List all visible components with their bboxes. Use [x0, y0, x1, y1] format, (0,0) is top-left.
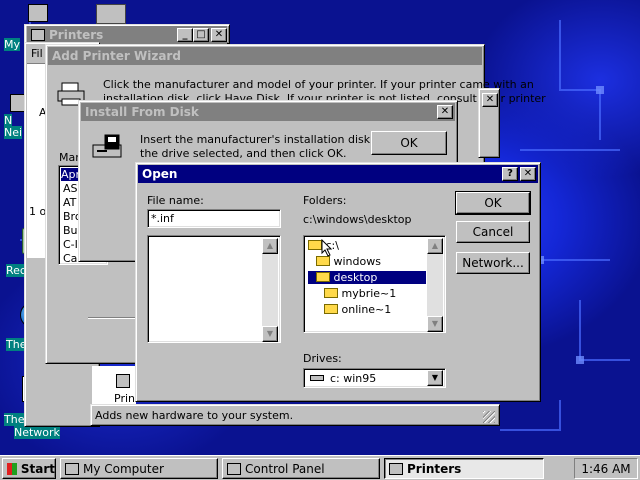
taskbar-item-control-panel[interactable]: Control Panel: [222, 458, 380, 479]
wizard-titlebar[interactable]: Add Printer Wizard: [48, 47, 482, 65]
open-dialog-titlebar[interactable]: Open: [138, 165, 538, 183]
current-path: c:\windows\desktop: [303, 213, 412, 226]
list-item[interactable]: AS: [63, 182, 78, 195]
drives-select[interactable]: c: win95 ▼: [303, 368, 446, 388]
desktop-icon-label: Nei: [4, 126, 23, 139]
install-disk-titlebar[interactable]: Install From Disk: [81, 103, 455, 121]
taskbar-item-printers[interactable]: Printers: [384, 458, 544, 479]
window-title: Open: [142, 167, 178, 181]
manufacturers-label: Mar: [59, 151, 80, 164]
folder-icon: [324, 288, 338, 298]
disk-drive-icon: [91, 133, 125, 161]
scroll-up-arrow-icon[interactable]: ▲: [427, 238, 443, 254]
help-button[interactable]: ?: [502, 167, 518, 181]
open-folder-icon: [316, 256, 330, 266]
install-instructions-line2: the drive selected, and then click OK.: [140, 147, 347, 160]
close-button[interactable]: ✕: [520, 167, 536, 181]
drives-label: Drives:: [303, 352, 342, 365]
open-folder-icon: [316, 272, 330, 282]
folder-item[interactable]: online~1: [324, 303, 391, 316]
minimize-button[interactable]: _: [177, 28, 193, 42]
list-item[interactable]: AT: [63, 196, 76, 209]
control-panel-icon: [227, 462, 241, 475]
background-window-edge: ✕: [478, 88, 500, 158]
status-bar: Adds new hardware to your system.: [90, 404, 500, 426]
window-title: Add Printer Wizard: [52, 49, 181, 63]
start-button[interactable]: Start: [2, 458, 56, 479]
install-instructions-line1: Insert the manufacturer's installation d…: [140, 133, 395, 146]
close-button[interactable]: ✕: [437, 105, 453, 119]
system-tray-clock[interactable]: 1:46 AM: [574, 458, 638, 479]
menu-file[interactable]: Fil: [31, 47, 43, 60]
scroll-up-arrow-icon[interactable]: ▲: [262, 238, 278, 254]
my-computer-icon[interactable]: [28, 4, 48, 22]
file-name-input[interactable]: *.inf: [147, 209, 281, 228]
folders-label: Folders:: [303, 194, 347, 207]
status-count: 1 o: [29, 205, 47, 218]
file-name-value: *.inf: [151, 212, 174, 225]
close-button[interactable]: ✕: [482, 93, 498, 107]
taskbar-item-my-computer[interactable]: My Computer: [60, 458, 218, 479]
printers-content-bottom: Print: [92, 366, 139, 405]
open-folder-icon: [308, 240, 322, 250]
taskbar: Start My Computer Control Panel Printers…: [0, 455, 640, 480]
scroll-down-arrow-icon[interactable]: ▼: [262, 326, 278, 342]
folder-tree-scrollbar[interactable]: ▲ ▼: [427, 238, 443, 332]
status-bar-text: Adds new hardware to your system.: [95, 409, 294, 422]
open-dialog: Open ? ✕ File name: *.inf ▲ ▼ Folders: c…: [135, 162, 541, 402]
briefcase-icon[interactable]: [96, 4, 126, 24]
windows-logo-icon: [7, 462, 17, 475]
dropdown-arrow-icon[interactable]: ▼: [427, 370, 443, 386]
computer-icon: [65, 462, 79, 475]
desktop-icon-label: My: [4, 38, 21, 51]
cancel-button[interactable]: Cancel: [456, 221, 530, 243]
desktop-icon-label: Network: [14, 426, 60, 439]
printer-folder-icon: [31, 29, 45, 41]
mouse-cursor-icon: [321, 239, 333, 257]
printers-window-titlebar-frame: Printers _ □ ✕: [24, 24, 230, 44]
hard-drive-icon: [310, 375, 324, 381]
window-title: Printers: [49, 28, 104, 42]
list-item[interactable]: C-I: [63, 238, 78, 251]
drive-value: c: win95: [330, 372, 377, 385]
file-name-label: File name:: [147, 194, 204, 207]
close-button[interactable]: ✕: [211, 28, 227, 42]
file-list[interactable]: ▲ ▼: [147, 235, 281, 343]
maximize-button[interactable]: □: [193, 28, 209, 42]
wizard-instructions-line1: Click the manufacturer and model of your…: [103, 78, 534, 91]
window-title: Install From Disk: [85, 105, 199, 119]
add-printer-icon[interactable]: [116, 374, 130, 388]
printer-folder-icon: [389, 462, 403, 475]
ok-button[interactable]: OK: [371, 131, 447, 155]
scroll-down-arrow-icon[interactable]: ▼: [427, 316, 443, 332]
file-list-scrollbar[interactable]: ▲ ▼: [262, 238, 278, 342]
folder-item[interactable]: mybrie~1: [324, 287, 396, 300]
network-button[interactable]: Network...: [456, 252, 530, 274]
folder-item-selected[interactable]: desktop: [308, 271, 426, 284]
folder-icon: [324, 304, 338, 314]
resize-grip-icon[interactable]: [483, 411, 495, 423]
ok-button[interactable]: OK: [455, 191, 531, 215]
